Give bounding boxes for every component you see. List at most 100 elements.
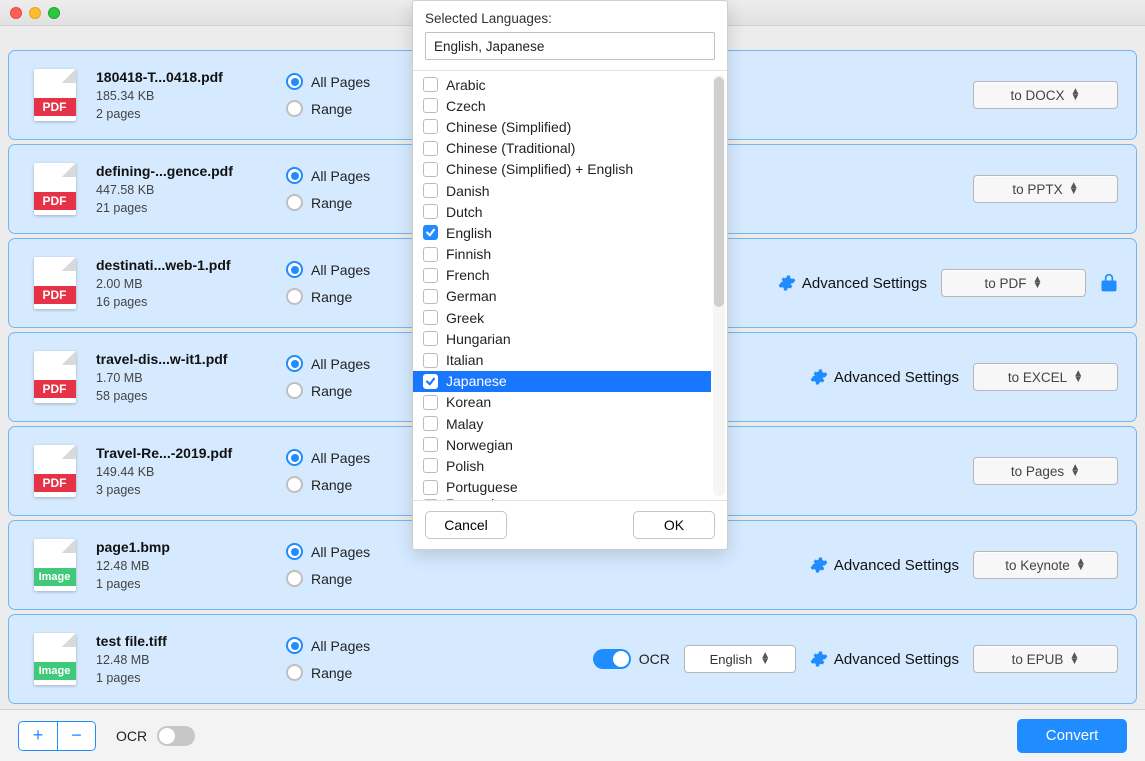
updown-arrows-icon: ▲▼: [1073, 371, 1083, 383]
language-item[interactable]: Portuguese: [413, 477, 711, 498]
language-item[interactable]: Japanese: [413, 371, 711, 392]
window-close-button[interactable]: [10, 7, 22, 19]
language-checkbox[interactable]: [423, 480, 438, 495]
language-checkbox[interactable]: [423, 416, 438, 431]
language-item[interactable]: Dutch: [413, 201, 711, 222]
language-checkbox[interactable]: [423, 331, 438, 346]
language-item[interactable]: French: [413, 265, 711, 286]
output-format-dropdown[interactable]: to DOCX▲▼: [973, 81, 1118, 109]
language-checkbox[interactable]: [423, 499, 438, 500]
file-size: 149.44 KB: [96, 465, 286, 479]
cancel-button[interactable]: Cancel: [425, 511, 507, 539]
window-minimize-button[interactable]: [29, 7, 41, 19]
window-zoom-button[interactable]: [48, 7, 60, 19]
row-language-dropdown[interactable]: English▲▼: [684, 645, 796, 673]
language-item[interactable]: Chinese (Simplified): [413, 116, 711, 137]
output-format-dropdown[interactable]: to EPUB▲▼: [973, 645, 1118, 673]
add-remove-group: + −: [18, 721, 96, 751]
language-item[interactable]: Chinese (Simplified) + English: [413, 159, 711, 180]
language-checkbox[interactable]: [423, 437, 438, 452]
language-label: Dutch: [446, 204, 483, 220]
language-item[interactable]: German: [413, 286, 711, 307]
language-item[interactable]: Czech: [413, 95, 711, 116]
language-checkbox[interactable]: [423, 98, 438, 113]
language-item[interactable]: Italian: [413, 349, 711, 370]
language-checkbox[interactable]: [423, 141, 438, 156]
file-size: 2.00 MB: [96, 277, 286, 291]
language-label: Japanese: [446, 373, 507, 389]
advanced-settings-link[interactable]: Advanced Settings: [810, 650, 959, 668]
language-item[interactable]: Finnish: [413, 244, 711, 265]
language-checkbox[interactable]: [423, 77, 438, 92]
language-label: Hungarian: [446, 331, 511, 347]
language-item[interactable]: Korean: [413, 392, 711, 413]
scrollbar-thumb[interactable]: [714, 77, 724, 307]
file-size: 447.58 KB: [96, 183, 286, 197]
language-item[interactable]: Norwegian: [413, 434, 711, 455]
file-row[interactable]: Imagetest file.tiff12.48 MB1 pagesAll Pa…: [8, 614, 1137, 704]
language-checkbox[interactable]: [423, 247, 438, 262]
language-label: Romanian: [446, 498, 510, 500]
file-size: 12.48 MB: [96, 559, 286, 573]
file-type-badge: PDF: [34, 286, 76, 304]
advanced-settings-link[interactable]: Advanced Settings: [810, 556, 959, 574]
file-name: page1.bmp: [96, 539, 286, 555]
footer-ocr-switch[interactable]: [157, 726, 195, 746]
advanced-settings-link[interactable]: Advanced Settings: [778, 274, 927, 292]
row-ocr-switch[interactable]: [593, 649, 631, 669]
language-item[interactable]: English: [413, 222, 711, 243]
language-checkbox[interactable]: [423, 183, 438, 198]
updown-arrows-icon: ▲▼: [1071, 89, 1081, 101]
language-scrollbar[interactable]: [713, 75, 725, 496]
output-format-dropdown[interactable]: to PPTX▲▼: [973, 175, 1118, 203]
output-format-dropdown[interactable]: to EXCEL▲▼: [973, 363, 1118, 391]
language-label: English: [446, 225, 492, 241]
range-radio[interactable]: Range: [286, 570, 436, 587]
language-checkbox[interactable]: [423, 268, 438, 283]
selected-languages-field[interactable]: English, Japanese: [425, 32, 715, 60]
file-pages: 58 pages: [96, 389, 286, 403]
language-item[interactable]: Hungarian: [413, 328, 711, 349]
gear-icon: [778, 274, 796, 292]
file-type-badge: PDF: [34, 474, 76, 492]
output-format-dropdown[interactable]: to Keynote▲▼: [973, 551, 1118, 579]
language-label: Italian: [446, 352, 483, 368]
language-item[interactable]: Polish: [413, 455, 711, 476]
language-checkbox[interactable]: [423, 458, 438, 473]
file-pages: 1 pages: [96, 671, 286, 685]
row-right-group: Advanced Settings to EXCEL▲▼: [810, 363, 1118, 391]
range-radio[interactable]: Range: [286, 664, 436, 681]
language-item[interactable]: Chinese (Traditional): [413, 138, 711, 159]
language-item[interactable]: Malay: [413, 413, 711, 434]
language-checkbox[interactable]: [423, 204, 438, 219]
language-checkbox[interactable]: [423, 353, 438, 368]
all-pages-radio[interactable]: All Pages: [286, 637, 436, 654]
language-checkbox[interactable]: [423, 225, 438, 240]
language-checkbox[interactable]: [423, 162, 438, 177]
file-name: Travel-Re...-2019.pdf: [96, 445, 286, 461]
updown-arrows-icon: ▲▼: [1076, 559, 1086, 571]
add-file-button[interactable]: +: [19, 722, 57, 750]
updown-arrows-icon: ▲▼: [1069, 653, 1079, 665]
language-checkbox[interactable]: [423, 310, 438, 325]
remove-file-button[interactable]: −: [57, 722, 95, 750]
language-item[interactable]: Danish: [413, 180, 711, 201]
language-label: Polish: [446, 458, 484, 474]
language-item[interactable]: Greek: [413, 307, 711, 328]
ok-button[interactable]: OK: [633, 511, 715, 539]
language-checkbox[interactable]: [423, 289, 438, 304]
output-format-dropdown[interactable]: to Pages▲▼: [973, 457, 1118, 485]
selected-languages-value: English, Japanese: [434, 39, 544, 54]
language-item[interactable]: Arabic: [413, 74, 711, 95]
language-label: Chinese (Simplified) + English: [446, 161, 633, 177]
file-pages: 16 pages: [96, 295, 286, 309]
language-item[interactable]: Romanian: [413, 498, 711, 500]
updown-arrows-icon: ▲▼: [1069, 183, 1079, 195]
output-format-dropdown[interactable]: to PDF▲▼: [941, 269, 1086, 297]
convert-button[interactable]: Convert: [1017, 719, 1127, 753]
language-checkbox[interactable]: [423, 395, 438, 410]
language-checkbox[interactable]: [423, 119, 438, 134]
advanced-settings-link[interactable]: Advanced Settings: [810, 368, 959, 386]
language-checkbox[interactable]: [423, 374, 438, 389]
file-name: 180418-T...0418.pdf: [96, 69, 286, 85]
